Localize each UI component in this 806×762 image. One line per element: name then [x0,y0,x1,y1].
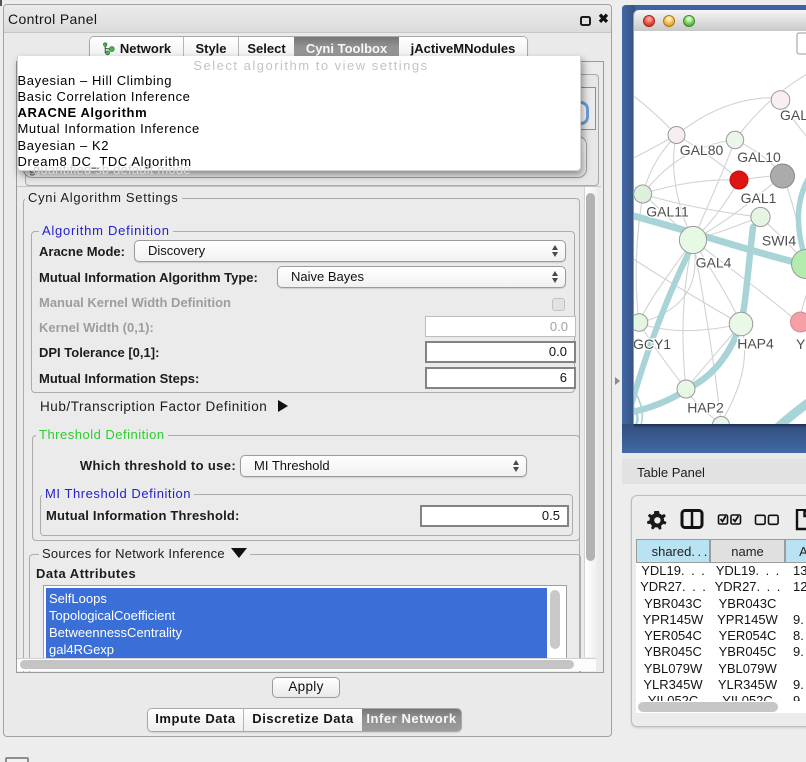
svg-text:YM: YM [796,336,806,352]
svg-text:GAL: GAL [780,107,806,123]
svg-text:GAL10: GAL10 [737,149,781,165]
svg-text:GAL80: GAL80 [680,142,724,158]
svg-text:GAL4: GAL4 [696,255,732,271]
svg-text:SWI4: SWI4 [762,233,796,249]
svg-text:GAL11: GAL11 [646,204,689,220]
svg-text:HAP2: HAP2 [687,400,724,416]
svg-text:GAL1: GAL1 [741,190,777,206]
svg-text:HAP4: HAP4 [737,336,774,352]
svg-text:GCY1: GCY1 [634,336,671,352]
